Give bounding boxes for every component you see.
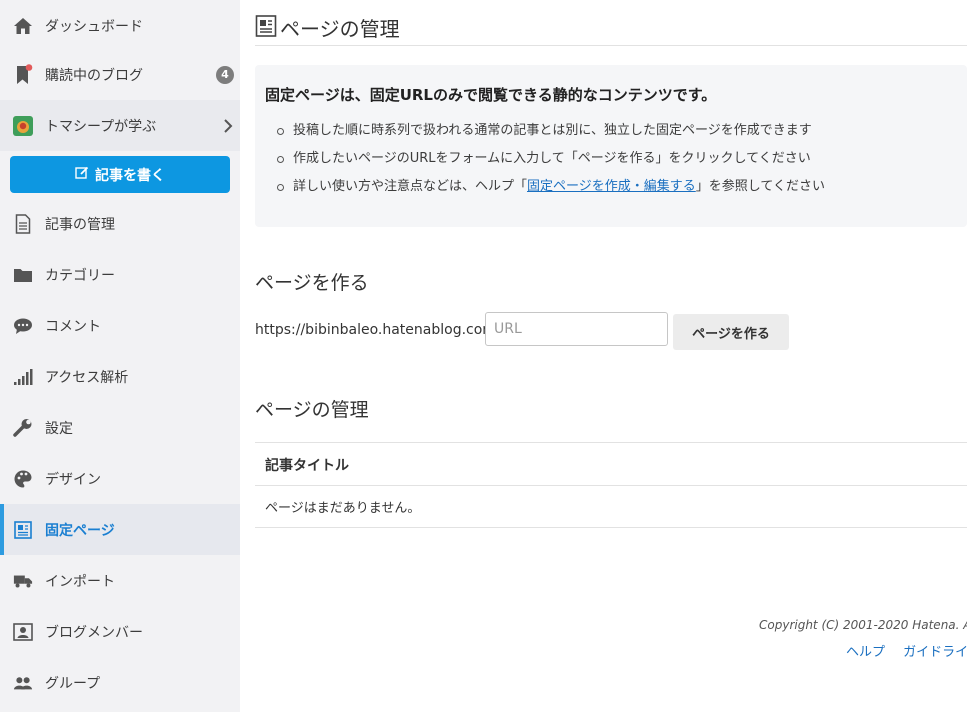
active-indicator — [0, 504, 4, 555]
create-page-button[interactable]: ページを作る — [673, 314, 789, 350]
create-page-form: https://bibinbaleo.hatenablog.com/ ページを作… — [255, 312, 967, 350]
info-list: 投稿した順に時系列で扱われる通常の記事とは別に、独立した固定ページを作成できます… — [255, 115, 825, 199]
sidebar-item-fixed-pages[interactable]: 固定ページ — [0, 504, 240, 555]
sidebar-item-label: グループ — [45, 675, 101, 692]
sidebar-item-label: カテゴリー — [45, 267, 115, 284]
sidebar-item-label: ダッシュボード — [45, 18, 143, 35]
info-bullet-prefix: 詳しい使い方や注意点などは、ヘルプ「 — [293, 179, 528, 194]
unread-count-badge: 4 — [216, 65, 234, 84]
bookmark-icon — [13, 63, 33, 85]
page-icon — [13, 520, 33, 540]
sidebar-item-import[interactable]: インポート — [0, 555, 240, 606]
edit-icon — [75, 166, 89, 184]
copyright: Copyright (C) 2001-2020 Hatena. All — [759, 618, 967, 632]
manage-pages-heading: ページの管理 — [255, 399, 369, 421]
sidebar-item-label: インポート — [45, 573, 115, 590]
info-bullet: 作成したいページのURLをフォームに入力して「ページを作る」をクリックしてくださ… — [255, 143, 825, 171]
footer-link-help[interactable]: ヘルプ — [846, 645, 885, 660]
sidebar: ダッシュボード 購読中のブログ 4 トマシープが学ぶ 記事を書く 記事の管理 カ… — [0, 0, 240, 712]
url-input[interactable] — [485, 312, 668, 346]
member-icon — [13, 622, 33, 642]
table-row: ページはまだありません。 — [255, 486, 967, 528]
sidebar-item-label: 記事の管理 — [45, 216, 115, 233]
footer-links: ヘルプ ガイドライ — [846, 641, 967, 660]
sidebar-item-design[interactable]: デザイン — [0, 453, 240, 504]
page-title: ページの管理 — [280, 17, 400, 41]
page-header: ページの管理 — [255, 10, 967, 46]
signal-bars-icon — [13, 367, 33, 387]
sidebar-item-articles[interactable]: 記事の管理 — [0, 198, 240, 249]
info-box: 固定ページは、固定URLのみで閲覧できる静的なコンテンツです。 投稿した順に時系… — [255, 65, 967, 227]
main-content: ページの管理 固定ページは、固定URLのみで閲覧できる静的なコンテンツです。 投… — [255, 0, 967, 712]
empty-message: ページはまだありません。 — [265, 501, 421, 516]
footer-link-guidelines[interactable]: ガイドライ — [903, 645, 967, 660]
sidebar-item-label: トマシープが学ぶ — [45, 118, 157, 135]
wrench-icon — [13, 418, 33, 438]
sidebar-item-settings[interactable]: 設定 — [0, 402, 240, 453]
chevron-right-icon — [222, 118, 234, 134]
group-icon — [13, 673, 33, 693]
sidebar-item-label: 固定ページ — [45, 522, 115, 539]
sidebar-item-analytics[interactable]: アクセス解析 — [0, 351, 240, 402]
folder-icon — [13, 265, 33, 285]
help-link[interactable]: 固定ページを作成・編集する — [527, 179, 696, 194]
blog-avatar-icon — [13, 115, 33, 136]
sidebar-item-label: アクセス解析 — [45, 369, 129, 386]
document-icon — [13, 213, 33, 234]
sidebar-item-label: 設定 — [45, 420, 73, 437]
write-article-label: 記事を書く — [95, 167, 165, 184]
sidebar-item-label: コメント — [45, 318, 101, 335]
comment-icon — [13, 316, 33, 336]
table-header: 記事タイトル — [255, 442, 967, 486]
sidebar-item-blog-members[interactable]: ブログメンバー — [0, 606, 240, 657]
home-icon — [13, 16, 33, 36]
info-bullet: 投稿した順に時系列で扱われる通常の記事とは別に、独立した固定ページを作成できます — [255, 115, 825, 143]
info-bullet: 詳しい使い方や注意点などは、ヘルプ「固定ページを作成・編集する」を参照してくださ… — [255, 171, 825, 199]
sidebar-item-label: ブログメンバー — [45, 624, 143, 641]
url-prefix: https://bibinbaleo.hatenablog.com/ — [255, 322, 501, 338]
sidebar-item-label: 購読中のブログ — [45, 67, 143, 84]
sidebar-item-comments[interactable]: コメント — [0, 300, 240, 351]
write-article-button[interactable]: 記事を書く — [10, 156, 230, 193]
sidebar-item-groups[interactable]: グループ — [0, 657, 240, 708]
pages-table: 記事タイトル ページはまだありません。 — [255, 442, 967, 528]
sidebar-item-categories[interactable]: カテゴリー — [0, 249, 240, 300]
create-page-heading: ページを作る — [255, 272, 369, 294]
sidebar-item-current-blog[interactable]: トマシープが学ぶ — [0, 100, 240, 151]
sidebar-item-dashboard[interactable]: ダッシュボード — [0, 0, 240, 51]
truck-icon — [13, 571, 33, 591]
info-bullet-suffix: 」を参照してください — [695, 179, 825, 194]
sidebar-item-subscriptions[interactable]: 購読中のブログ 4 — [0, 49, 240, 100]
column-header-title: 記事タイトル — [265, 458, 349, 474]
palette-icon — [13, 469, 33, 489]
sidebar-item-label: デザイン — [45, 471, 101, 488]
info-lead: 固定ページは、固定URLのみで閲覧できる静的なコンテンツです。 — [265, 86, 717, 104]
page-icon — [255, 14, 277, 38]
